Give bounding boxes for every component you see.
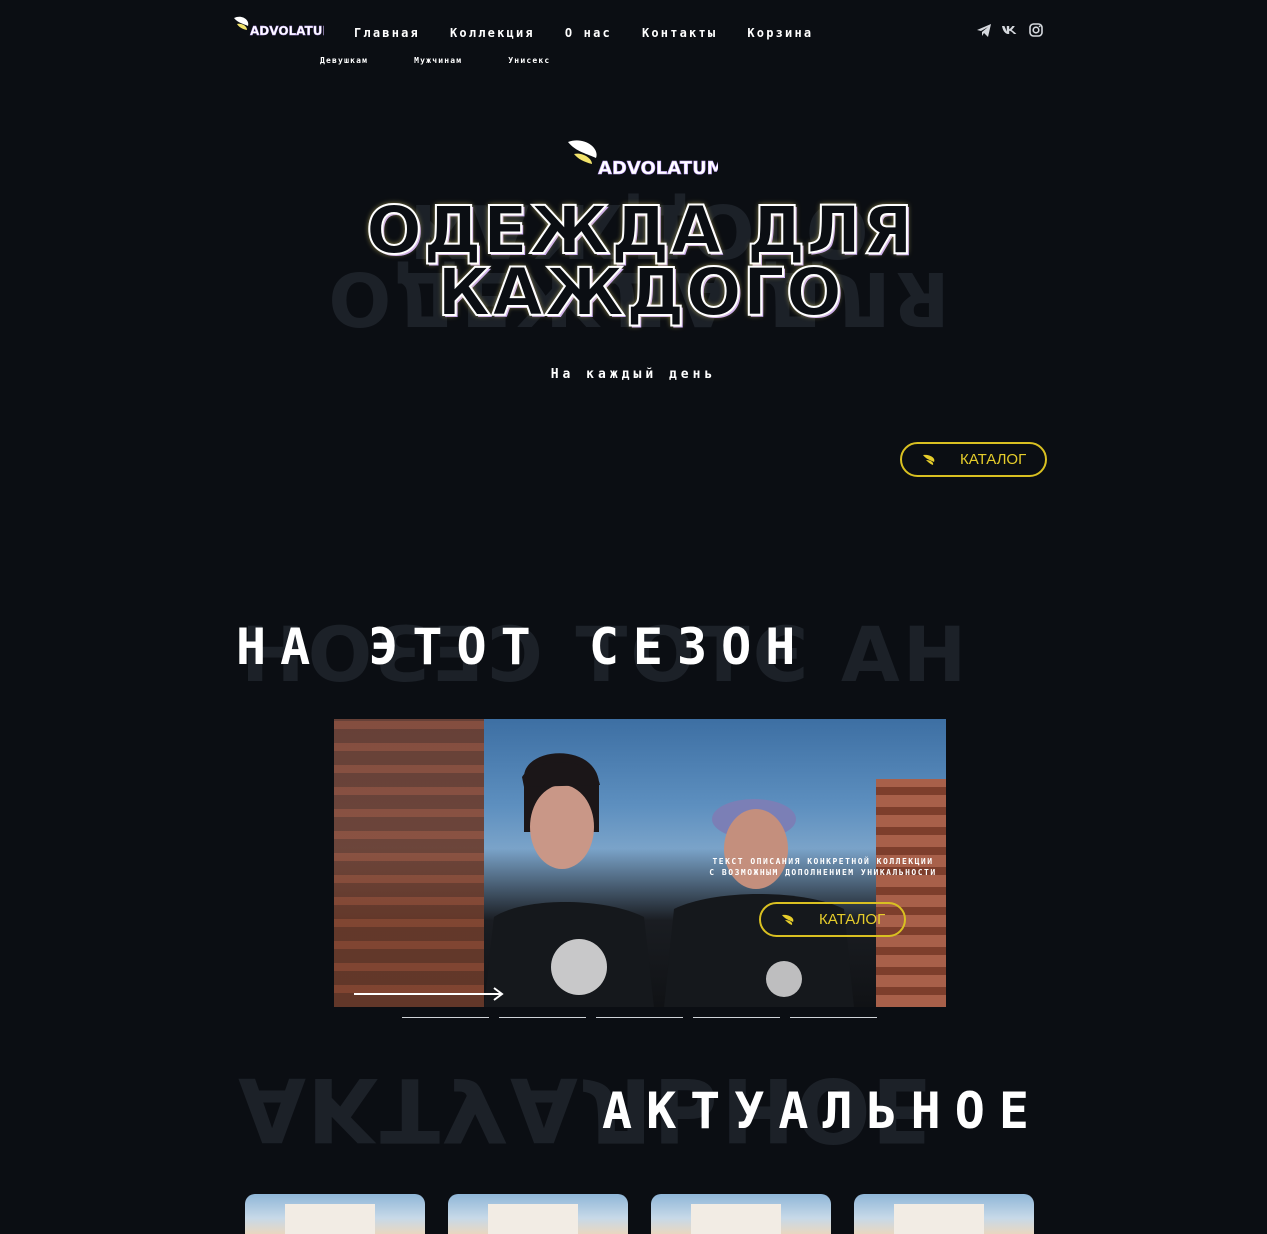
- instagram-icon[interactable]: [1028, 22, 1044, 38]
- subnav-item-unisex[interactable]: Унисекс: [508, 56, 550, 65]
- slide-building-right: [876, 779, 946, 1007]
- hero-title-line1: ОДЕЖДА ДЛЯ: [365, 192, 915, 269]
- nav-item-contacts[interactable]: Контакты: [642, 26, 717, 40]
- season-title: НА ЭТОТ СЕЗОН: [236, 618, 810, 676]
- nav-item-home[interactable]: Главная: [354, 26, 420, 40]
- hero-catalog-button[interactable]: КАТАЛОГ: [900, 442, 1047, 477]
- slide-catalog-button[interactable]: КАТАЛОГ: [759, 902, 906, 937]
- slide-catalog-button-label: КАТАЛОГ: [819, 911, 886, 928]
- brand-logo[interactable]: ADVOLATUM: [232, 14, 324, 40]
- brand-logo-text: ADVOLATUM: [250, 24, 324, 38]
- social-links: [976, 22, 1044, 38]
- main-nav: Главная Коллекция О нас Контакты Корзина: [354, 26, 813, 40]
- product-card[interactable]: [854, 1194, 1034, 1234]
- product-card[interactable]: [245, 1194, 425, 1234]
- slider-dot-3[interactable]: [596, 1017, 683, 1018]
- subnav-item-women[interactable]: Девушкам: [320, 56, 368, 65]
- slide-description: ТЕКСТ ОПИСАНИЯ КОНКРЕТНОЙ КОЛЛЕКЦИИ С ВО…: [709, 857, 937, 877]
- product-card[interactable]: [651, 1194, 831, 1234]
- wing-icon: [923, 454, 935, 465]
- hero-logo-text: ADVOLATUM: [598, 158, 718, 179]
- subnav-item-men[interactable]: Мужчинам: [414, 56, 462, 65]
- hero-subtitle: На каждый день: [550, 367, 717, 382]
- slider-dot-2[interactable]: [499, 1017, 586, 1018]
- hero-catalog-button-label: КАТАЛОГ: [960, 451, 1027, 468]
- actual-title: АКТУАЛЬНОЕ: [601, 1082, 1043, 1140]
- nav-item-collection[interactable]: Коллекция: [450, 26, 535, 40]
- nav-item-cart[interactable]: Корзина: [747, 26, 813, 40]
- next-arrow-icon[interactable]: [354, 987, 506, 1001]
- hero-logo: ADVOLATUM: [568, 140, 718, 179]
- season-slider[interactable]: ТЕКСТ ОПИСАНИЯ КОНКРЕТНОЙ КОЛЛЕКЦИИ С ВО…: [334, 719, 946, 1007]
- slide-model-left: [484, 753, 654, 1007]
- slider-dot-1[interactable]: [402, 1017, 489, 1018]
- hero-title-line2: КАЖДОГО: [436, 254, 843, 331]
- slide-model-right: [664, 799, 854, 1007]
- actual-products: [245, 1194, 1034, 1234]
- telegram-icon[interactable]: [976, 22, 992, 38]
- slider-dot-4[interactable]: [693, 1017, 780, 1018]
- hero-title: ОДЕЖДА ДЛЯ КАЖДОГО: [234, 192, 1046, 331]
- slider-dot-5[interactable]: [790, 1017, 877, 1018]
- vk-icon[interactable]: [1002, 22, 1018, 38]
- sub-nav: Девушкам Мужчинам Унисекс: [320, 56, 596, 65]
- slider-pagination: [402, 1017, 877, 1018]
- product-card[interactable]: [448, 1194, 628, 1234]
- nav-item-about[interactable]: О нас: [565, 26, 612, 40]
- slide-building-left: [334, 719, 484, 1007]
- wing-icon: [782, 914, 794, 925]
